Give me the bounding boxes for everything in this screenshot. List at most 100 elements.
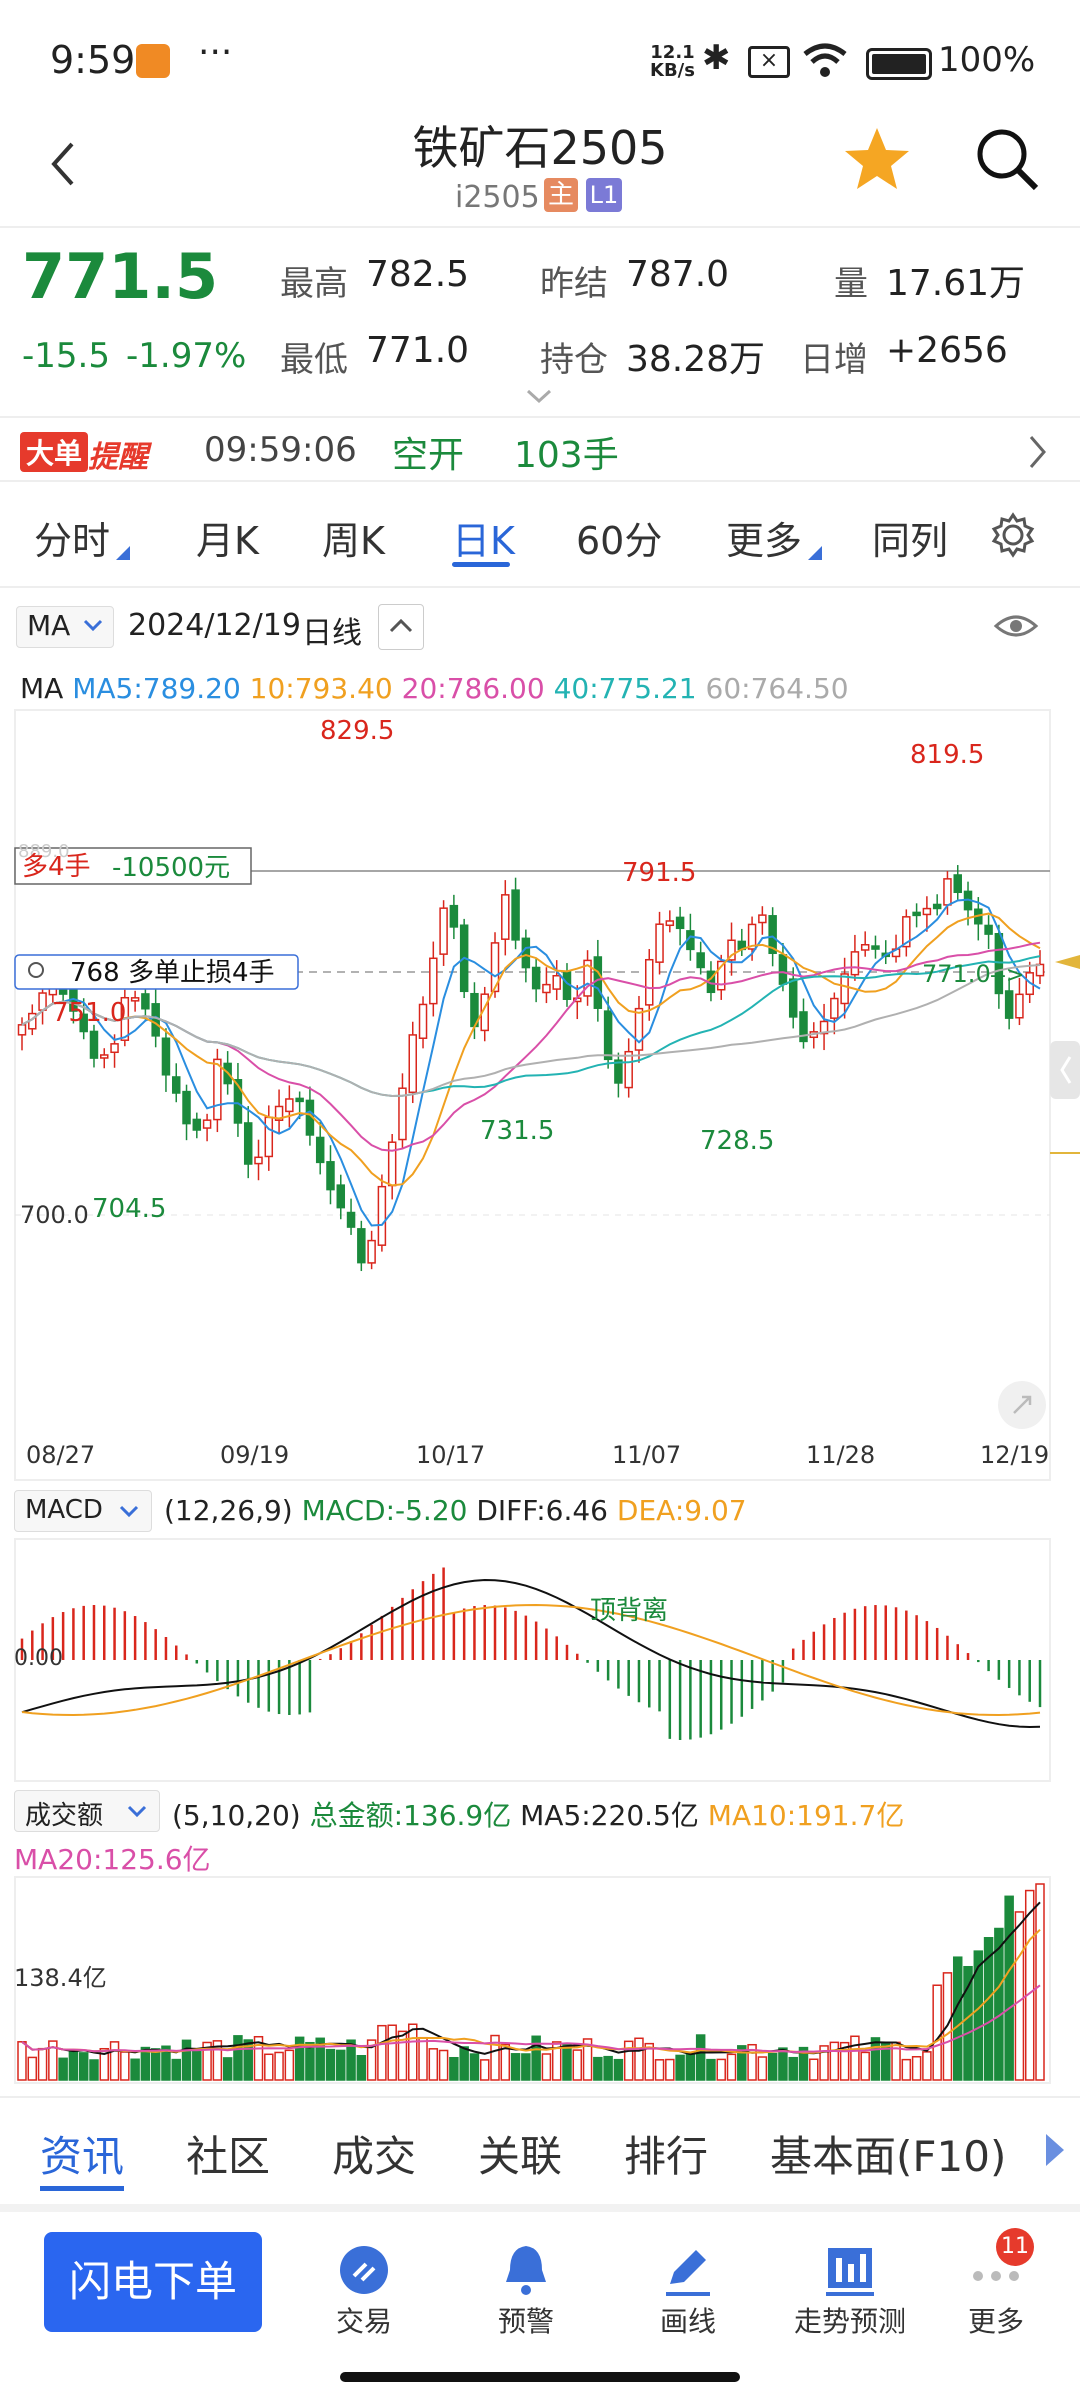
candle-body: [696, 952, 705, 969]
date-label: 10/17: [416, 1441, 485, 1469]
volume-bar: [850, 2035, 860, 2081]
stop-loss-label: 多单止损4手: [128, 958, 275, 988]
candle-body: [130, 997, 140, 1002]
candle-body: [655, 923, 664, 963]
volume-bar: [634, 2037, 644, 2081]
candle-body: [418, 1003, 428, 1039]
tab-ranking[interactable]: 排行: [624, 2123, 708, 2184]
candle-body: [603, 1010, 613, 1061]
big-order-alert[interactable]: 大单 提醒 09:59:06 空开 103手: [0, 418, 1080, 480]
search-icon[interactable]: [974, 126, 1040, 192]
volume-bar: [952, 1956, 963, 2081]
diff-line: [21, 1578, 1041, 1729]
candle-body: [315, 1136, 325, 1164]
volume-bar: [387, 2024, 397, 2081]
nav-trade[interactable]: 交易: [309, 2300, 419, 2340]
axis-label-700: 700.0: [20, 1201, 89, 1229]
indicator-select[interactable]: MA: [16, 606, 114, 648]
divider: [0, 2096, 1080, 2098]
date-label: 08/27: [26, 1441, 95, 1469]
divider: [0, 2204, 1080, 2212]
back-icon[interactable]: [44, 134, 84, 194]
tab-fundamentals[interactable]: 基本面(F10): [770, 2123, 1006, 2184]
candle-body: [89, 1030, 99, 1059]
flash-order-button[interactable]: 闪电下单: [44, 2232, 262, 2332]
volume-bar: [233, 2035, 243, 2081]
tab-more[interactable]: 更多: [726, 510, 802, 565]
candle-body: [285, 1098, 294, 1113]
volume-params: (5,10,20): [172, 1799, 301, 1832]
candle-body: [922, 907, 932, 916]
trend-chart-icon[interactable]: [820, 2240, 880, 2300]
candle-body: [264, 1116, 274, 1158]
volume-bar: [150, 2048, 161, 2081]
price-change-pct: -1.97%: [126, 336, 247, 376]
tab-community[interactable]: 社区: [186, 2123, 270, 2184]
wifi-icon: [803, 43, 847, 77]
price-label-728: 728.5: [700, 1126, 774, 1156]
volume-bar: [192, 2048, 202, 2081]
candle-body: [871, 945, 880, 950]
macd-legend: (12,26,9) MACD:-5.20 DIFF:6.46 DEA:9.07: [164, 1494, 747, 1527]
macd-params: (12,26,9): [164, 1494, 293, 1527]
nav-alert[interactable]: 预警: [471, 2300, 581, 2340]
tab-news[interactable]: 资讯: [40, 2123, 124, 2184]
price-label-751: 751.0: [52, 998, 126, 1028]
volume-bar: [407, 2023, 418, 2081]
candle-body: [17, 1024, 27, 1036]
candle-body: [912, 911, 921, 917]
nav-trend[interactable]: 走势预测: [790, 2300, 910, 2340]
more-badge: 11: [996, 2228, 1034, 2266]
volume-bar: [654, 2059, 665, 2081]
tab-monthly[interactable]: 月K: [196, 510, 259, 565]
settings-gear-icon[interactable]: [990, 512, 1036, 558]
pen-icon[interactable]: [658, 2240, 718, 2300]
macd-select[interactable]: MACD: [14, 1490, 152, 1532]
tab-same-list[interactable]: 同列: [872, 510, 948, 565]
scroll-right-icon[interactable]: [1046, 2134, 1064, 2166]
tab-trades[interactable]: 成交: [332, 2123, 416, 2184]
tab-60min[interactable]: 60分: [576, 510, 662, 565]
candle-body: [511, 889, 520, 941]
macd-chart[interactable]: 0.00 顶背离: [0, 1535, 1080, 1785]
tab-timeshare[interactable]: 分时: [34, 510, 110, 565]
volume-chart[interactable]: 138.4亿: [0, 1875, 1080, 2085]
volume-bar: [1035, 1883, 1045, 2081]
candle-body: [38, 992, 47, 1011]
candle-body: [439, 907, 448, 955]
trade-icon[interactable]: [334, 2240, 394, 2300]
candle-body: [860, 944, 870, 951]
price-label-recent-high: 819.5: [910, 740, 984, 770]
bluetooth-icon: ✱: [702, 38, 731, 78]
bell-icon[interactable]: [496, 2240, 556, 2300]
collapse-button[interactable]: [378, 604, 424, 650]
eye-icon[interactable]: [992, 608, 1040, 644]
divider: [0, 586, 1080, 588]
volume-value: 17.61万: [886, 263, 1026, 304]
volume-bar: [27, 2056, 38, 2081]
favorite-star-icon[interactable]: [842, 124, 912, 194]
volume-bar: [418, 2036, 428, 2081]
nav-draw[interactable]: 画线: [633, 2300, 743, 2340]
volume-bar: [572, 2049, 583, 2081]
expand-chevron-icon[interactable]: [524, 386, 554, 406]
candle-body: [758, 914, 767, 924]
volume-bar: [449, 2056, 459, 2081]
candlestick-chart[interactable]: 829.5 819.5 791.5 751.0 704.5 700.0 731.…: [0, 705, 1080, 1485]
tab-daily[interactable]: 日K: [452, 510, 515, 565]
volume-select[interactable]: 成交额: [14, 1790, 160, 1832]
volume-bar: [603, 2055, 613, 2081]
tab-weekly[interactable]: 周K: [322, 510, 385, 565]
side-drawer-handle[interactable]: [1050, 1041, 1080, 1099]
volume-bar: [695, 2034, 706, 2081]
clock: 9:59: [50, 38, 136, 82]
volume-bar: [294, 2036, 305, 2081]
nav-more[interactable]: 更多: [941, 2300, 1051, 2340]
date-label: 09/19: [220, 1441, 289, 1469]
candle-body: [295, 1097, 304, 1103]
price-label-731: 731.5: [480, 1116, 554, 1146]
dropdown-corner-icon: [116, 546, 130, 560]
ma60-value: 60:764.50: [705, 672, 849, 705]
tab-related[interactable]: 关联: [478, 2123, 562, 2184]
app-notification-icon: [136, 44, 170, 78]
